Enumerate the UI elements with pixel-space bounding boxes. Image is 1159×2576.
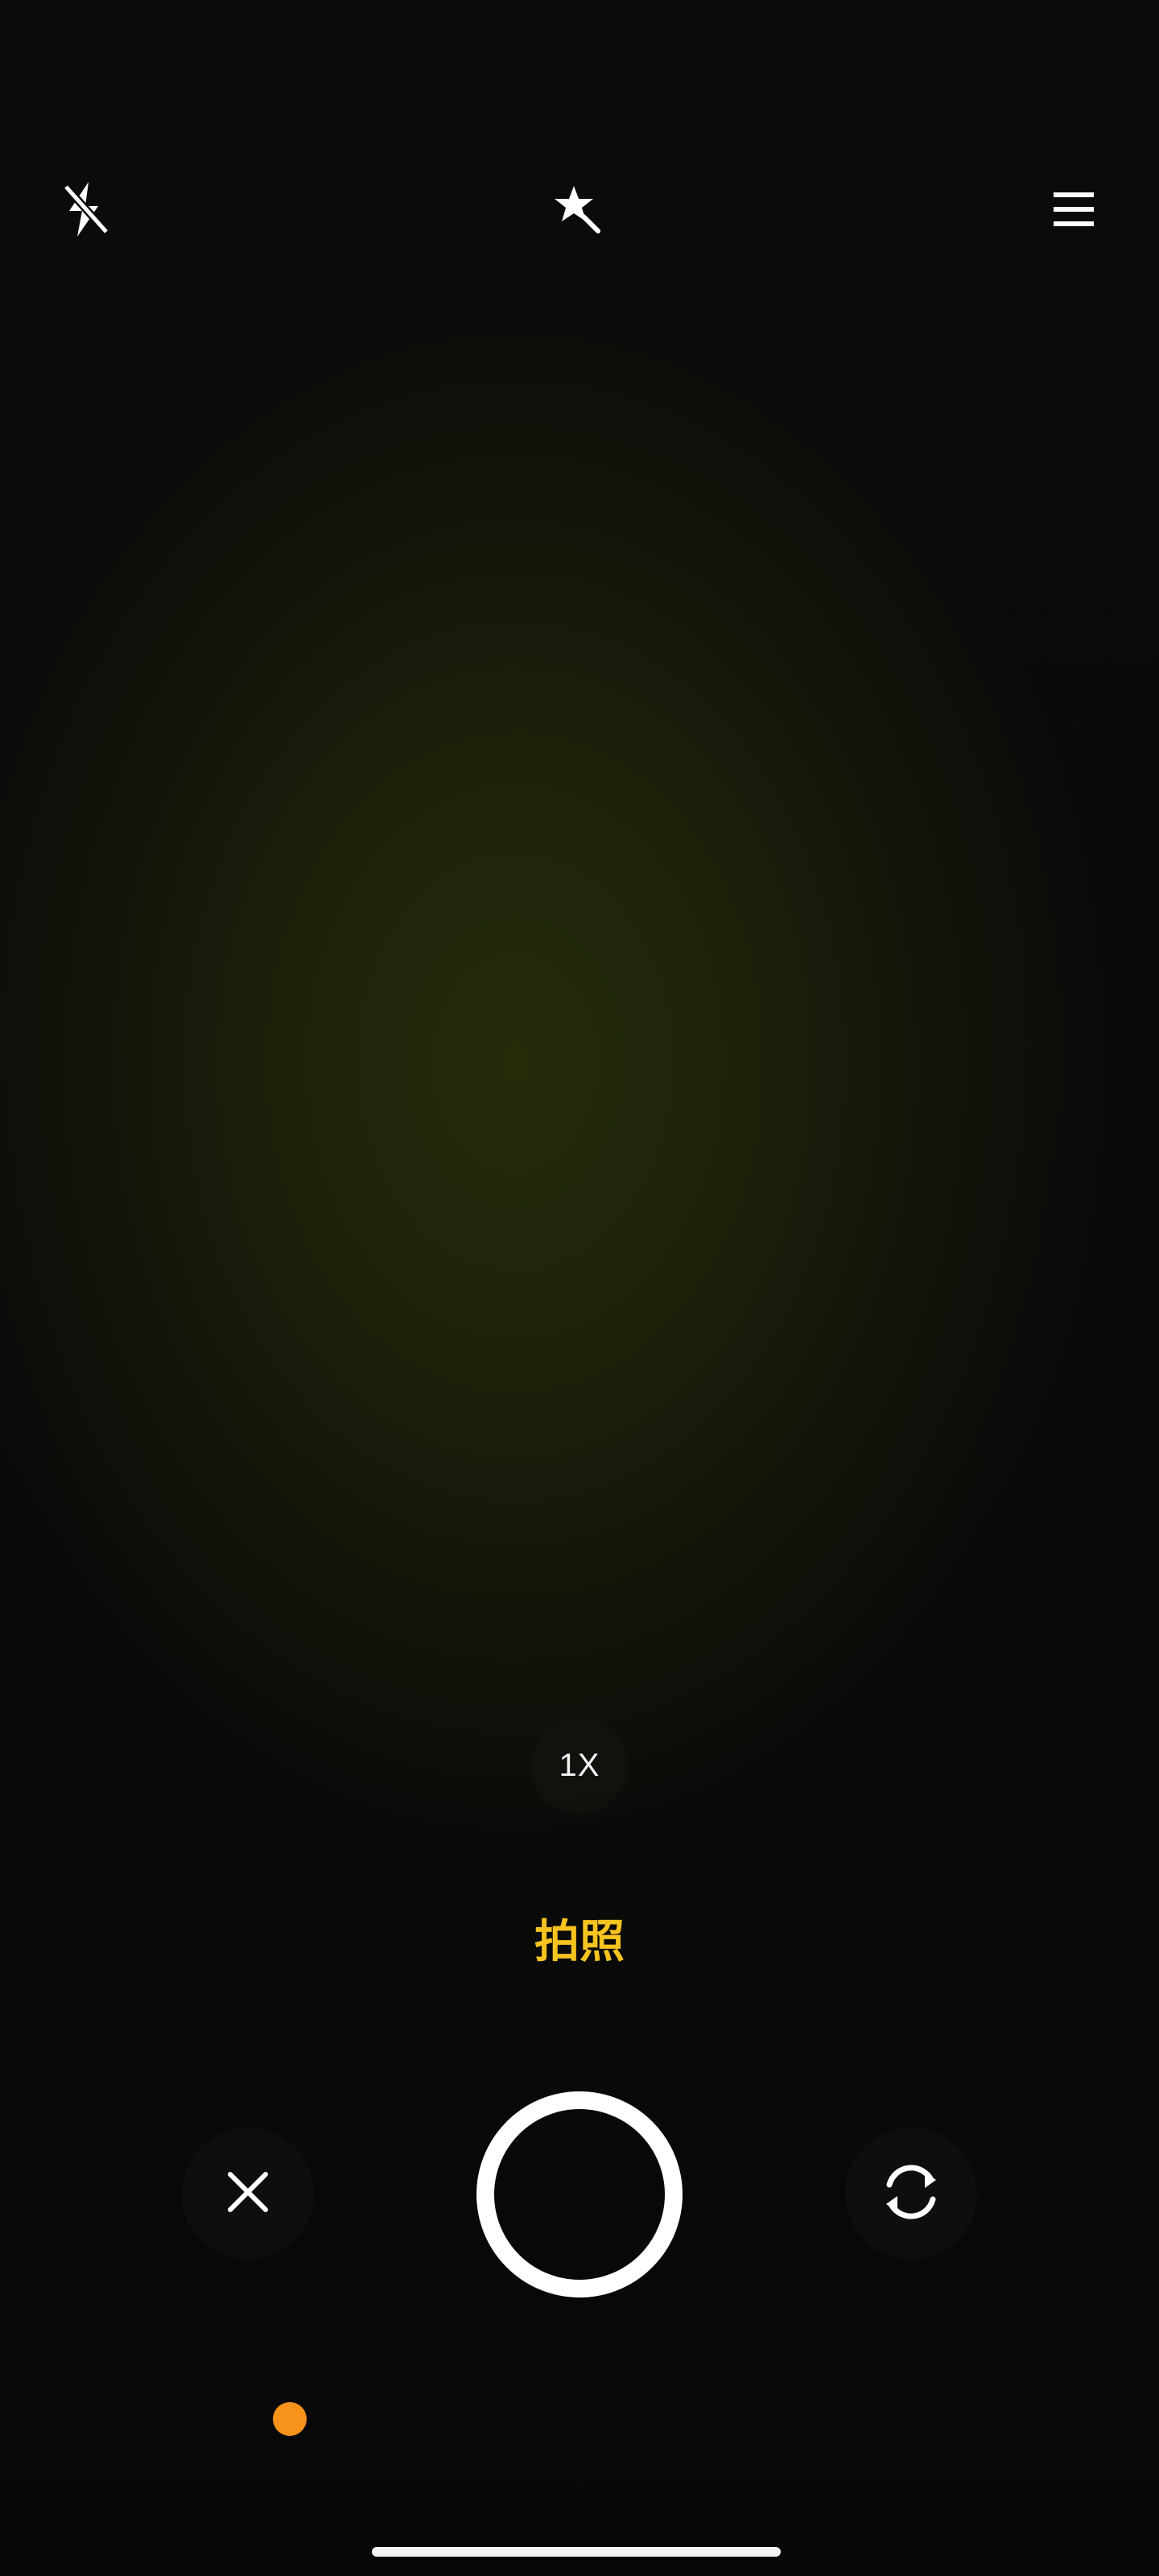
top-toolbar — [0, 161, 1159, 258]
close-button[interactable] — [182, 2128, 314, 2260]
camera-screen: 1X 拍照 — [0, 0, 1159, 2576]
close-icon — [225, 2169, 270, 2219]
menu-button[interactable] — [1025, 161, 1122, 258]
mode-photo-label[interactable]: 拍照 — [459, 1909, 700, 1974]
magic-button[interactable] — [530, 161, 626, 258]
status-dot — [273, 2402, 307, 2436]
capture-controls — [0, 2085, 1159, 2302]
shutter-button[interactable] — [476, 2091, 683, 2297]
home-indicator[interactable] — [372, 2547, 781, 2557]
flash-off-icon — [60, 179, 111, 240]
switch-camera-icon — [875, 2156, 947, 2232]
zoom-button[interactable]: 1X — [531, 1717, 628, 1814]
magic-wand-icon — [551, 183, 604, 236]
menu-icon — [1052, 189, 1095, 229]
flash-toggle-button[interactable] — [37, 161, 134, 258]
switch-camera-button[interactable] — [845, 2128, 977, 2260]
